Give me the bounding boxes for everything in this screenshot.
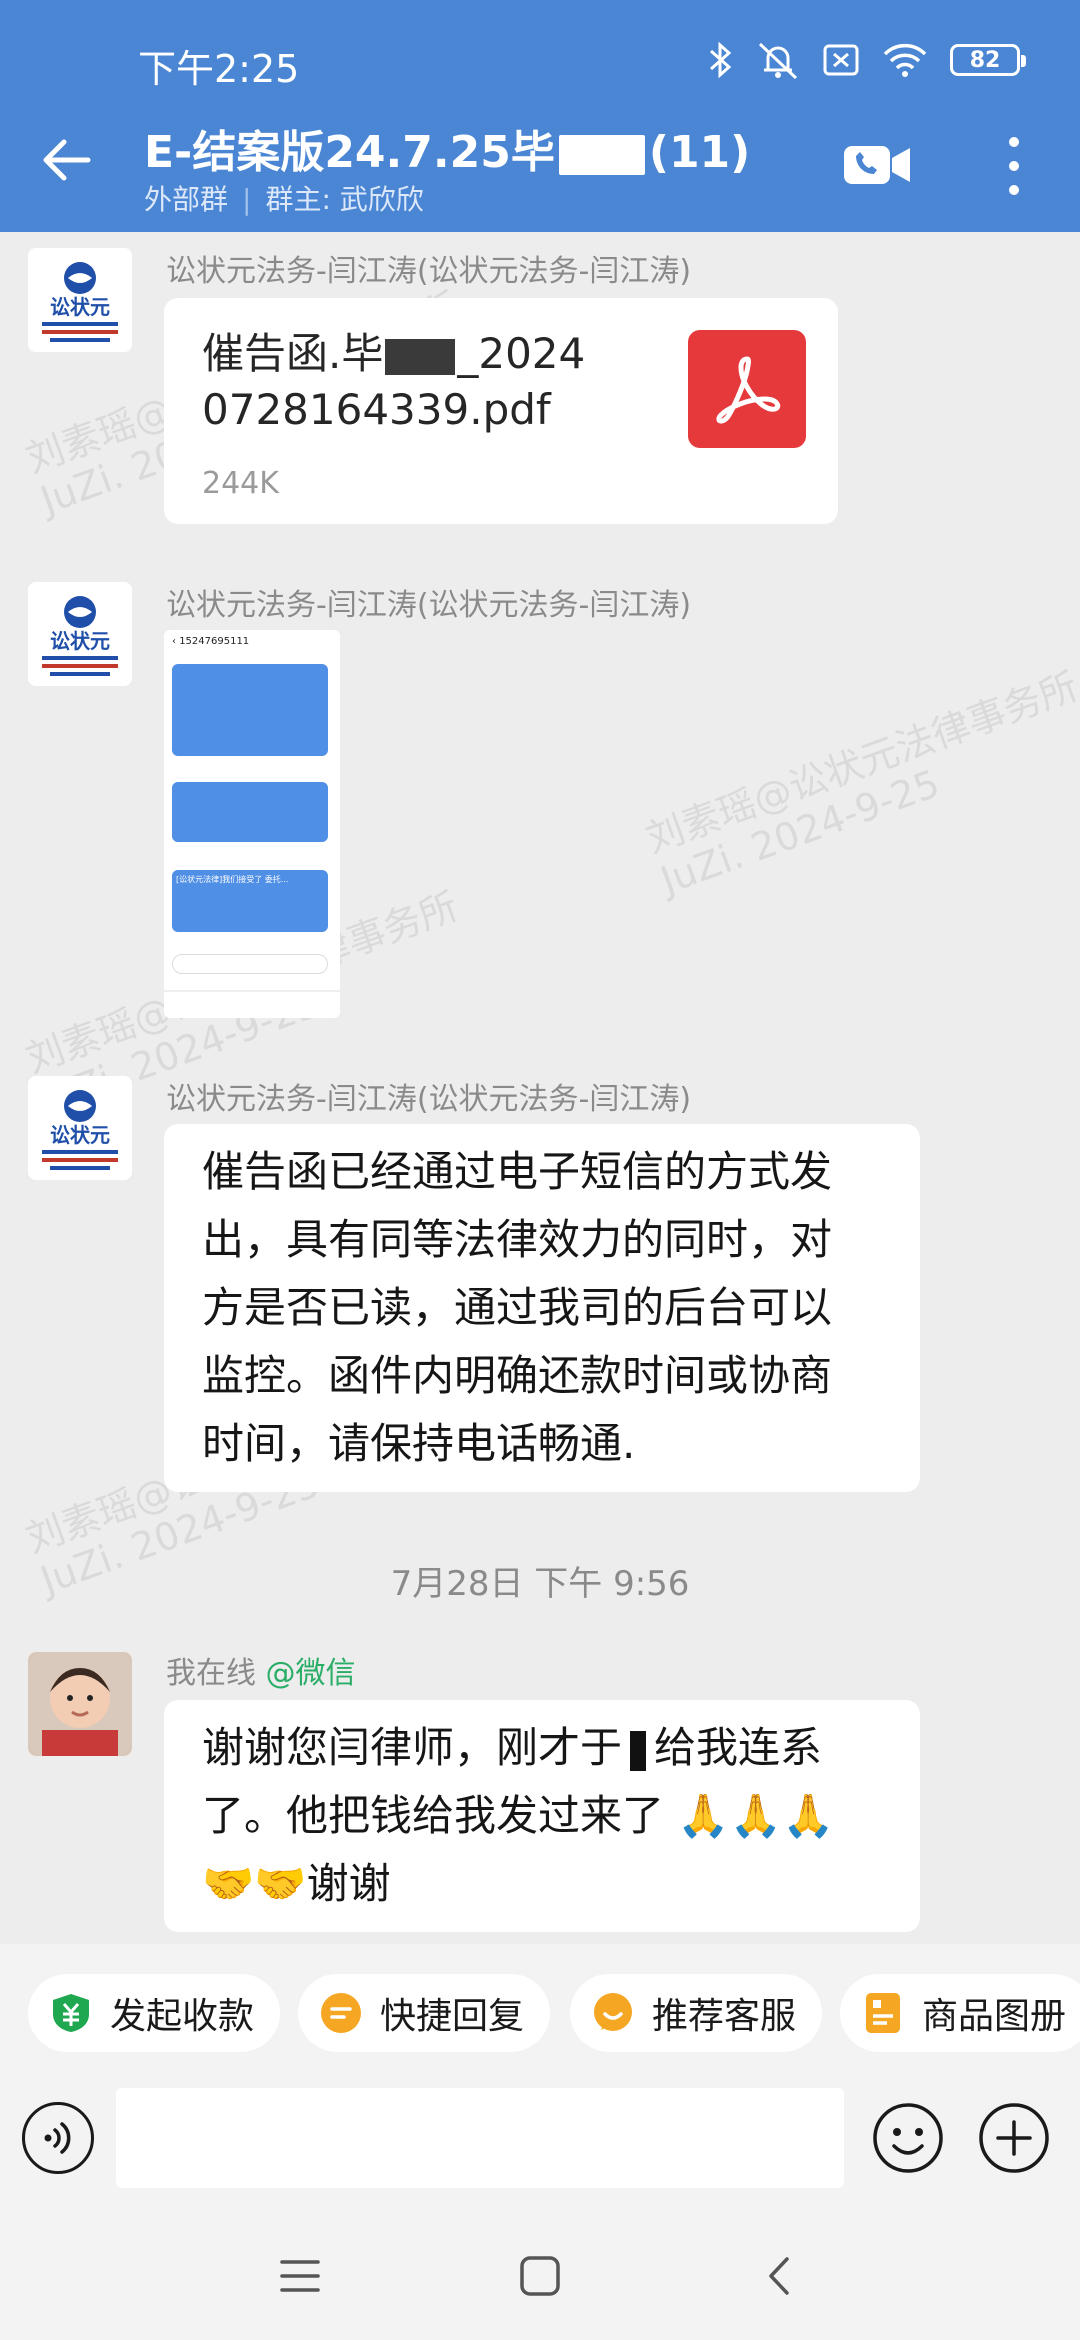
wechat-tag: @微信 (265, 1656, 356, 1691)
message-input[interactable] (116, 2088, 844, 2188)
home-nav-button[interactable] (510, 2248, 570, 2304)
quick-reply-icon (320, 1992, 362, 2034)
divider (164, 990, 340, 992)
status-icons: 82 (708, 38, 1026, 82)
sender-name: 讼状元法务-闫江涛(讼状元法务-闫江涛) (166, 254, 692, 289)
quick-action-collect-payment[interactable]: 发起收款 (28, 1974, 281, 2052)
file-size: 244K (202, 466, 279, 501)
redaction-mask (385, 338, 456, 375)
sms-input (172, 954, 328, 974)
pdf-icon (688, 330, 806, 448)
message-line: 了。他把钱给我发过来了 🙏🙏🙏 (202, 1791, 835, 1840)
system-navigation-bar (0, 2208, 1080, 2340)
voice-icon (44, 2122, 71, 2154)
handshake-emoji: 🤝🤝 (202, 1859, 307, 1908)
sms-bubble: [讼状元法律]我们接受了 委托... (172, 870, 328, 932)
message-line: 时间，请保持电话畅通. (202, 1419, 636, 1468)
mute-bell-icon (758, 42, 798, 80)
emoji-icon[interactable] (872, 2102, 944, 2174)
sms-bubble (172, 664, 328, 756)
chat-title: E-结案版24.7.25毕 (11) (144, 116, 750, 180)
image-message[interactable]: ‹ 15247695111 [讼状元法律]我们接受了 委托... (164, 630, 340, 1018)
status-time: 下午2:25 (138, 47, 300, 91)
text-message[interactable]: 催告函已经通过电子短信的方式发 出，具有同等法律效力的同时，对 方是否已读，通过… (164, 1124, 920, 1492)
file-name: 催告函.毕 _2024 0728164339.pdf (202, 329, 586, 434)
quick-action-product-catalog[interactable]: 商品图册 (840, 1974, 1080, 2052)
no-sim-icon (823, 44, 859, 76)
svg-text:讼状元: 讼状元 (50, 629, 110, 653)
menu-nav-button[interactable] (270, 2248, 330, 2304)
battery-indicator: 82 (950, 44, 1026, 76)
message-line: 监控。函件内明确还款时间或协商 (202, 1351, 833, 1400)
home-square-icon (520, 2256, 560, 2296)
plus-icon[interactable] (978, 2102, 1050, 2174)
sender-name: 讼状元法务-闫江涛(讼状元法务-闫江涛) (166, 1082, 692, 1117)
svg-text:讼状元: 讼状元 (50, 295, 110, 319)
quick-action-quick-reply[interactable]: 快捷回复 (298, 1974, 551, 2052)
watermark: 刘素瑶@讼状元法律事务所 JuZi. 2024-9-25 (640, 664, 1080, 903)
pray-emoji: 🙏🙏🙏 (664, 1791, 835, 1840)
message-line: 🤝🤝谢谢 (202, 1859, 391, 1908)
baby-avatar (28, 1652, 132, 1756)
quick-action-recommend-service[interactable]: 推荐客服 (570, 1974, 823, 2052)
file-message[interactable]: 催告函.毕 _2024 0728164339.pdf 244K (164, 298, 838, 524)
redaction-mask (630, 1730, 647, 1771)
company-logo: 讼状元 (28, 582, 132, 686)
message-line: 出，具有同等法律效力的同时，对 (202, 1215, 833, 1264)
video-call-icon[interactable] (842, 140, 912, 190)
input-bar (0, 2084, 1080, 2208)
chat-owner: 群主: 武欣欣 (265, 183, 424, 216)
payment-icon (50, 1992, 92, 2034)
avatar[interactable]: 讼状元 (28, 582, 132, 686)
back-nav-button[interactable] (750, 2248, 810, 2304)
avatar[interactable]: 讼状元 (28, 248, 132, 352)
voice-input-button[interactable] (22, 2102, 94, 2174)
sender-name: 我在线 @微信 (166, 1656, 356, 1691)
time-separator: 7月28日 下午 9:56 (390, 1564, 690, 1604)
bluetooth-icon (710, 41, 732, 79)
text-message[interactable]: 谢谢您闫律师，刚才于 给我连系 了。他把钱给我发过来了 🙏🙏🙏 🤝🤝谢谢 (164, 1700, 920, 1932)
wifi-icon (883, 43, 927, 77)
sender-name: 讼状元法务-闫江涛(讼状元法务-闫江涛) (166, 588, 692, 623)
catalog-icon (862, 1992, 904, 2034)
avatar[interactable] (28, 1652, 132, 1756)
back-chevron-icon (769, 2257, 789, 2295)
sms-header: ‹ 15247695111 (172, 636, 250, 647)
avatar[interactable]: 讼状元 (28, 1076, 132, 1180)
quick-actions-bar: 发起收款 快捷回复 推荐客服 商品图册 (0, 1944, 1080, 2084)
sms-bubble (172, 782, 328, 842)
chat-type: 外部群 (144, 183, 229, 216)
message-line: 谢谢您闫律师，刚才于 给我连系 (202, 1723, 823, 1772)
company-logo: 讼状元 (28, 248, 132, 352)
chat-subtitle: 外部群 | 群主: 武欣欣 (144, 178, 424, 218)
message-line: 催告函已经通过电子短信的方式发 (202, 1147, 833, 1196)
company-logo: 讼状元 (28, 1076, 132, 1180)
redaction-mask (558, 135, 645, 175)
svg-text:讼状元: 讼状元 (50, 1123, 110, 1147)
more-options-icon[interactable] (1000, 132, 1028, 200)
customer-service-icon (592, 1992, 634, 2034)
chat-header: 下午2:25 82 E-结案版24.7.25毕 (11) 外部群 | 群主: 武欣欣 (0, 0, 1080, 232)
divider: | (242, 183, 252, 216)
message-line: 方是否已读，通过我司的后台可以 (202, 1283, 833, 1332)
menu-icon (280, 2260, 320, 2292)
chat-title-text: E-结案版24.7.25毕 (144, 127, 555, 178)
chat-member-count: (11) (648, 127, 751, 178)
back-arrow-icon[interactable] (36, 130, 96, 190)
